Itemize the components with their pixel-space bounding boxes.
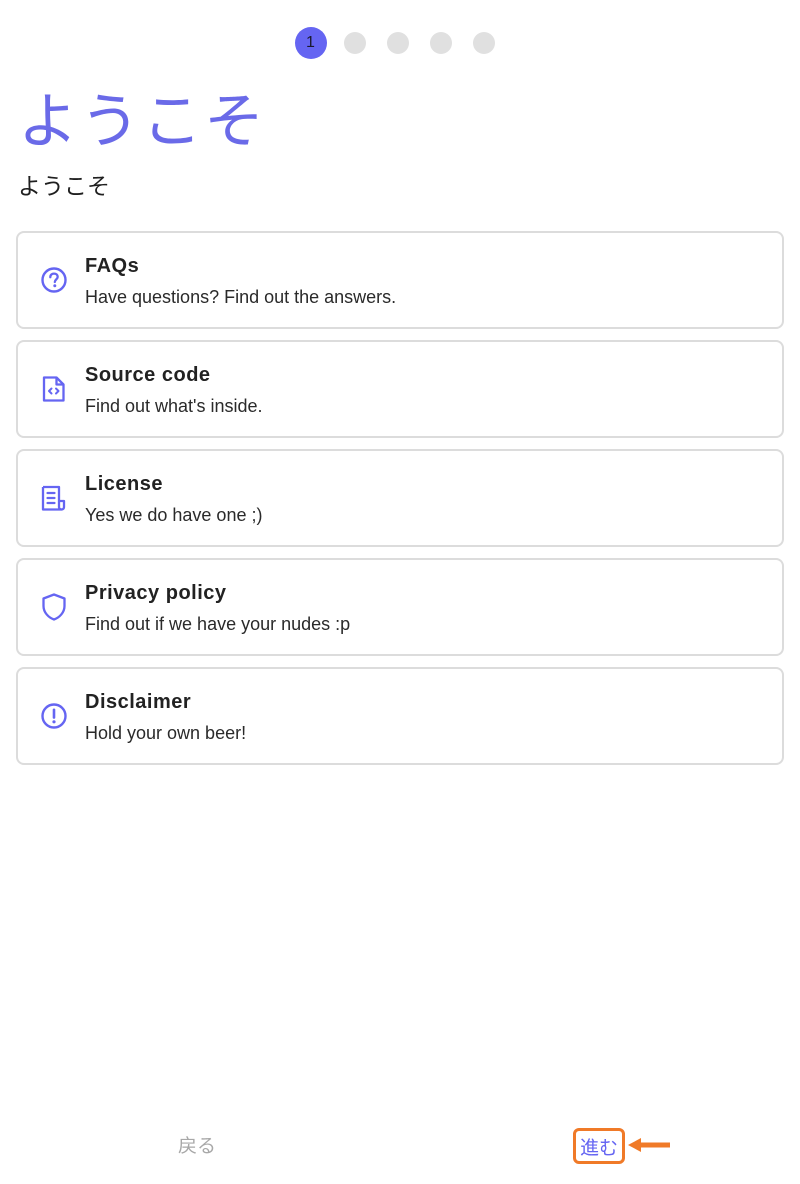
next-button[interactable]: 進む [573, 1128, 625, 1164]
card-title: Privacy policy [85, 582, 227, 604]
card-description: Have questions? Find out the answers. [85, 287, 397, 307]
card-privacy-policy[interactable]: Privacy policy Find out if we have your … [16, 558, 784, 656]
card-description: Find out if we have your nudes :p [85, 614, 351, 634]
card-title: Disclaimer [85, 691, 192, 713]
card-source-code[interactable]: Source code Find out what's inside. [16, 340, 784, 438]
page-subtitle: ようこそ [18, 174, 110, 200]
card-disclaimer[interactable]: Disclaimer Hold your own beer! [16, 667, 784, 765]
step-2[interactable] [344, 32, 366, 54]
stepper: 1 [0, 27, 800, 59]
page-title: ようこそ [18, 87, 266, 157]
info-card-list: FAQs Have questions? Find out the answer… [16, 231, 784, 776]
card-description: Find out what's inside. [85, 396, 263, 416]
step-1[interactable]: 1 [294, 27, 327, 59]
step-1-label: 1 [306, 34, 315, 51]
code-file-icon [39, 374, 69, 404]
document-icon [39, 483, 69, 513]
arrow-left-icon [628, 1138, 670, 1152]
card-title: License [85, 473, 163, 495]
shield-icon [39, 592, 69, 622]
card-license[interactable]: License Yes we do have one ;) [16, 449, 784, 547]
card-title: Source code [85, 364, 211, 386]
card-description: Yes we do have one ;) [85, 505, 263, 525]
exclamation-circle-icon [39, 701, 69, 731]
back-button[interactable]: 戻る [178, 1132, 216, 1160]
card-title: FAQs [85, 255, 140, 277]
next-button-label: 進む [579, 1136, 618, 1159]
step-3[interactable] [387, 32, 409, 54]
question-circle-icon [39, 265, 69, 295]
step-4[interactable] [430, 32, 452, 54]
card-description: Hold your own beer! [85, 723, 247, 743]
step-5[interactable] [473, 32, 495, 54]
card-faqs[interactable]: FAQs Have questions? Find out the answer… [16, 231, 784, 329]
